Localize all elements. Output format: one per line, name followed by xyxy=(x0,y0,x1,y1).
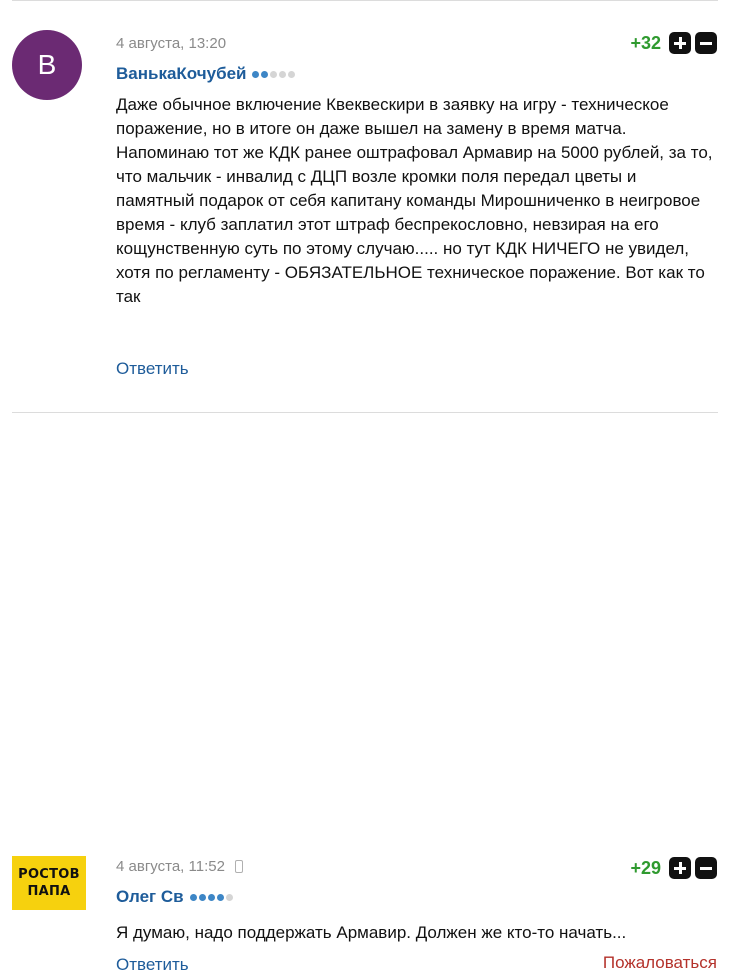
comment-text: Я думаю, надо поддержать Армавир. Должен… xyxy=(116,923,627,942)
rating-score: +29 xyxy=(630,857,661,878)
author-name[interactable]: ВанькаКочубей xyxy=(116,64,246,84)
downvote-button[interactable] xyxy=(695,32,717,54)
author-name[interactable]: Олег Св xyxy=(116,887,184,907)
comment: РОСТОВ ПАПА 4 августа, 11:52 Олег Св Я д… xyxy=(0,413,730,974)
reputation-dot xyxy=(279,70,287,78)
reputation-dot xyxy=(225,893,233,901)
plus-icon-stroke xyxy=(678,37,682,49)
minus-icon xyxy=(700,866,712,870)
mobile-phone-icon xyxy=(234,860,243,873)
reputation-dot xyxy=(198,893,206,901)
comment-date: 4 августа, 11:52 xyxy=(116,858,243,875)
reputation-dot xyxy=(216,893,224,901)
reputation-dot xyxy=(252,70,260,78)
downvote-button[interactable] xyxy=(695,857,717,879)
comment-date-text: 4 августа, 13:20 xyxy=(116,35,227,52)
reputation-dots xyxy=(189,893,233,901)
reputation-dots xyxy=(252,70,296,78)
rating-score: +32 xyxy=(630,32,661,53)
rating: +29 xyxy=(630,857,717,879)
reply-link[interactable]: Ответить xyxy=(116,359,189,379)
avatar[interactable]: РОСТОВ ПАПА xyxy=(12,856,86,910)
comment-date-text: 4 августа, 11:52 xyxy=(116,858,225,875)
reputation-dot xyxy=(189,893,197,901)
upvote-button[interactable] xyxy=(669,32,691,54)
reputation-dot xyxy=(261,70,269,78)
author-row: ВанькаКочубей xyxy=(116,64,296,84)
upvote-button[interactable] xyxy=(669,857,691,879)
avatar-letter: B xyxy=(37,49,57,80)
comment-text: Даже обычное включение Квеквескири в зая… xyxy=(116,95,713,306)
reputation-dot xyxy=(207,893,215,901)
plus-icon-stroke xyxy=(678,862,682,874)
avatar-text-line2: ПАПА xyxy=(27,884,71,899)
avatar-text-line1: РОСТОВ xyxy=(18,867,80,882)
reply-link[interactable]: Ответить xyxy=(116,955,189,975)
reputation-dot xyxy=(288,70,296,78)
comment-date: 4 августа, 13:20 xyxy=(116,35,226,52)
minus-icon xyxy=(700,41,712,45)
divider xyxy=(12,0,718,1)
reputation-dot xyxy=(270,70,278,78)
report-link[interactable]: Пожаловаться xyxy=(603,953,717,973)
rating: +32 xyxy=(630,32,717,54)
author-row: Олег Св xyxy=(116,887,233,907)
avatar[interactable]: B xyxy=(12,30,82,100)
comment: B 4 августа, 13:20 ВанькаКочубей Даже об… xyxy=(0,0,730,413)
